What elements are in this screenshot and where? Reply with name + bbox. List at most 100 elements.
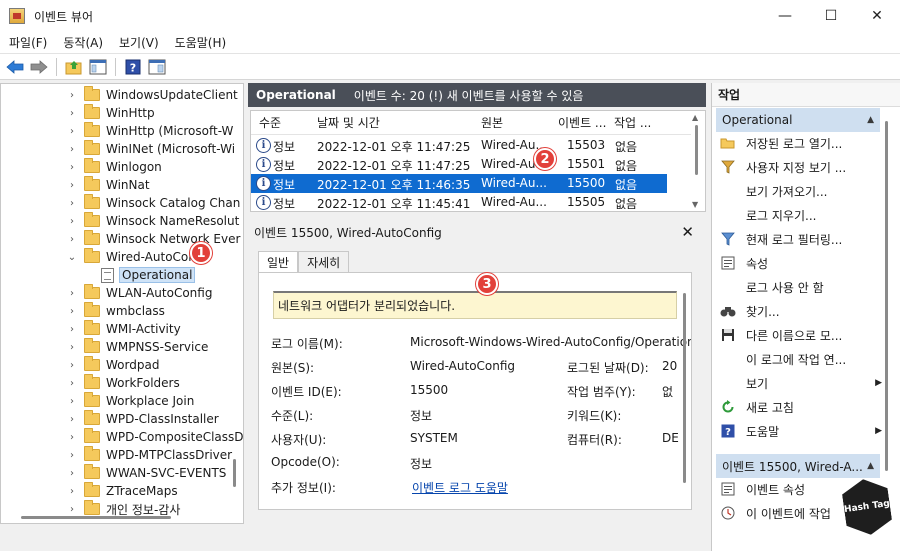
maximize-button[interactable]: ☐ (808, 0, 854, 32)
menu-file[interactable]: 파일(F) (2, 34, 54, 51)
tree-item[interactable]: › wmbclass (1, 302, 243, 320)
chevron-right-icon[interactable]: › (66, 450, 78, 461)
tree-item[interactable]: › WinNat (1, 176, 243, 194)
chevron-right-icon[interactable]: › (66, 162, 78, 173)
info-icon: i (256, 157, 271, 172)
action-attach-task-to-log[interactable]: 이 로그에 작업 연... (716, 348, 882, 370)
actions-section-event[interactable]: 이벤트 15500, Wired-A... ▲ (716, 454, 880, 478)
chevron-right-icon[interactable]: › (66, 234, 78, 245)
chevron-right-icon[interactable]: › (66, 360, 78, 371)
detail-tabs: 일반 자세히 (258, 251, 350, 273)
forward-arrow-icon[interactable] (29, 57, 49, 77)
action-import-view[interactable]: 보기 가져오기... (716, 180, 882, 202)
actions-section-operational[interactable]: Operational ▲ (716, 108, 880, 132)
chevron-right-icon[interactable]: › (66, 144, 78, 155)
column-task[interactable]: 작업 ... (614, 114, 651, 131)
column-datetime[interactable]: 날짜 및 시간 (317, 114, 380, 131)
action-refresh[interactable]: 새로 고침 (716, 396, 882, 418)
tree-item-operational[interactable]: Operational (1, 266, 243, 284)
column-level[interactable]: 수준 (259, 114, 281, 131)
chevron-right-icon[interactable]: › (66, 378, 78, 389)
chevron-right-icon[interactable]: › (66, 432, 78, 443)
tree-item[interactable]: › ZTraceMaps (1, 482, 243, 500)
action-create-custom-view[interactable]: 사용자 지정 보기 ... (716, 156, 882, 178)
event-row[interactable]: i 정보 2022-12-01 오후 11:47:25 Wired-Au... … (251, 155, 691, 174)
folder-icon (84, 446, 100, 461)
folder-up-icon[interactable] (64, 57, 84, 77)
chevron-down-icon[interactable]: ⌄ (66, 252, 78, 263)
chevron-right-icon[interactable]: › (66, 324, 78, 335)
actions-scrollbar[interactable] (885, 121, 888, 471)
chevron-right-icon[interactable]: › (66, 396, 78, 407)
help-icon[interactable]: ? (123, 57, 143, 77)
chevron-right-icon[interactable]: › (66, 108, 78, 119)
tree-item[interactable]: › Wordpad (1, 356, 243, 374)
action-open-saved-log[interactable]: 저장된 로그 열기... (716, 132, 882, 154)
chevron-right-icon[interactable]: › (66, 414, 78, 425)
chevron-right-icon[interactable]: › (66, 306, 78, 317)
tree-horizontal-scrollbar[interactable] (21, 516, 171, 519)
chevron-right-icon[interactable]: › (66, 90, 78, 101)
menu-help[interactable]: 도움말(H) (168, 34, 234, 51)
action-view[interactable]: 보기 ▶ (716, 372, 882, 394)
tree-item[interactable]: › WinHttp (Microsoft-W (1, 122, 243, 140)
collapse-up-icon[interactable]: ▲ (867, 461, 874, 471)
tree-item[interactable]: › WPD-CompositeClassD (1, 428, 243, 446)
collapse-up-icon[interactable]: ▲ (867, 115, 874, 125)
action-pane-icon[interactable] (147, 57, 167, 77)
scroll-up-arrow-icon[interactable]: ▲ (692, 113, 698, 122)
tree-item[interactable]: › Winsock Catalog Chan (1, 194, 243, 212)
scroll-down-arrow-icon[interactable]: ▼ (692, 200, 698, 209)
chevron-right-icon[interactable]: › (66, 198, 78, 209)
tree-item[interactable]: › WPD-ClassInstaller (1, 410, 243, 428)
event-list-scrollbar[interactable] (695, 125, 698, 175)
console-tree-icon[interactable] (88, 57, 108, 77)
action-help[interactable]: ? 도움말 ▶ (716, 420, 882, 442)
event-log-help-link[interactable]: 이벤트 로그 도움말 (412, 479, 508, 496)
column-source[interactable]: 원본 (481, 114, 503, 131)
event-row[interactable]: i 정보 2022-12-01 오후 11:45:41 Wired-Au... … (251, 193, 691, 211)
tab-details[interactable]: 자세히 (298, 251, 350, 273)
action-properties[interactable]: 속성 (716, 252, 882, 274)
action-find[interactable]: 찾기... (716, 300, 882, 322)
chevron-right-icon[interactable]: › (66, 288, 78, 299)
action-save-as[interactable]: 다른 이름으로 모... (716, 324, 882, 346)
chevron-right-icon[interactable]: › (66, 180, 78, 191)
tab-general[interactable]: 일반 (258, 251, 299, 273)
tree-vertical-scrollbar[interactable] (233, 459, 236, 487)
detail-scrollbar[interactable] (683, 293, 686, 483)
chevron-right-icon[interactable]: › (66, 216, 78, 227)
save-icon (720, 327, 736, 343)
tree-item[interactable]: › Workplace Join (1, 392, 243, 410)
action-filter-current-log[interactable]: 현재 로그 필터링... (716, 228, 882, 250)
close-button[interactable]: ✕ (854, 0, 900, 32)
tree-item[interactable]: › WMPNSS-Service (1, 338, 243, 356)
tree-item[interactable]: › Winsock NameResolut (1, 212, 243, 230)
folder-icon (84, 230, 100, 245)
tree-item[interactable]: › WPD-MTPClassDriver (1, 446, 243, 464)
action-clear-log[interactable]: 로그 지우기... (716, 204, 882, 226)
event-row-selected[interactable]: i 정보 2022-12-01 오후 11:46:35 Wired-Au... … (251, 174, 667, 193)
chevron-right-icon[interactable]: › (66, 504, 78, 515)
tree-item[interactable]: › WindowsUpdateClient (1, 86, 243, 104)
tree-item[interactable]: › WLAN-AutoConfig (1, 284, 243, 302)
tree-item[interactable]: › WinINet (Microsoft-Wi (1, 140, 243, 158)
column-event-id[interactable]: 이벤트 ... (558, 114, 606, 131)
chevron-right-icon[interactable]: › (66, 468, 78, 479)
event-row[interactable]: i 정보 2022-12-01 오후 11:47:25 Wired-Au... … (251, 136, 691, 155)
chevron-right-icon[interactable]: › (66, 342, 78, 353)
menu-view[interactable]: 보기(V) (112, 34, 166, 51)
tree-item[interactable]: › WorkFolders (1, 374, 243, 392)
menu-action[interactable]: 동작(A) (56, 34, 110, 51)
chevron-right-icon[interactable]: › (66, 486, 78, 497)
tree-item[interactable]: › WMI-Activity (1, 320, 243, 338)
chevron-right-icon[interactable]: › (66, 126, 78, 137)
action-disable-log[interactable]: 로그 사용 안 함 (716, 276, 882, 298)
minimize-button[interactable]: — (762, 0, 808, 32)
tree-item[interactable]: › WWAN-SVC-EVENTS (1, 464, 243, 482)
close-icon[interactable]: ✕ (681, 223, 694, 241)
tree-item[interactable]: › Winlogon (1, 158, 243, 176)
tree-item[interactable]: › WinHttp (1, 104, 243, 122)
back-arrow-icon[interactable] (5, 57, 25, 77)
folder-icon (84, 212, 100, 227)
